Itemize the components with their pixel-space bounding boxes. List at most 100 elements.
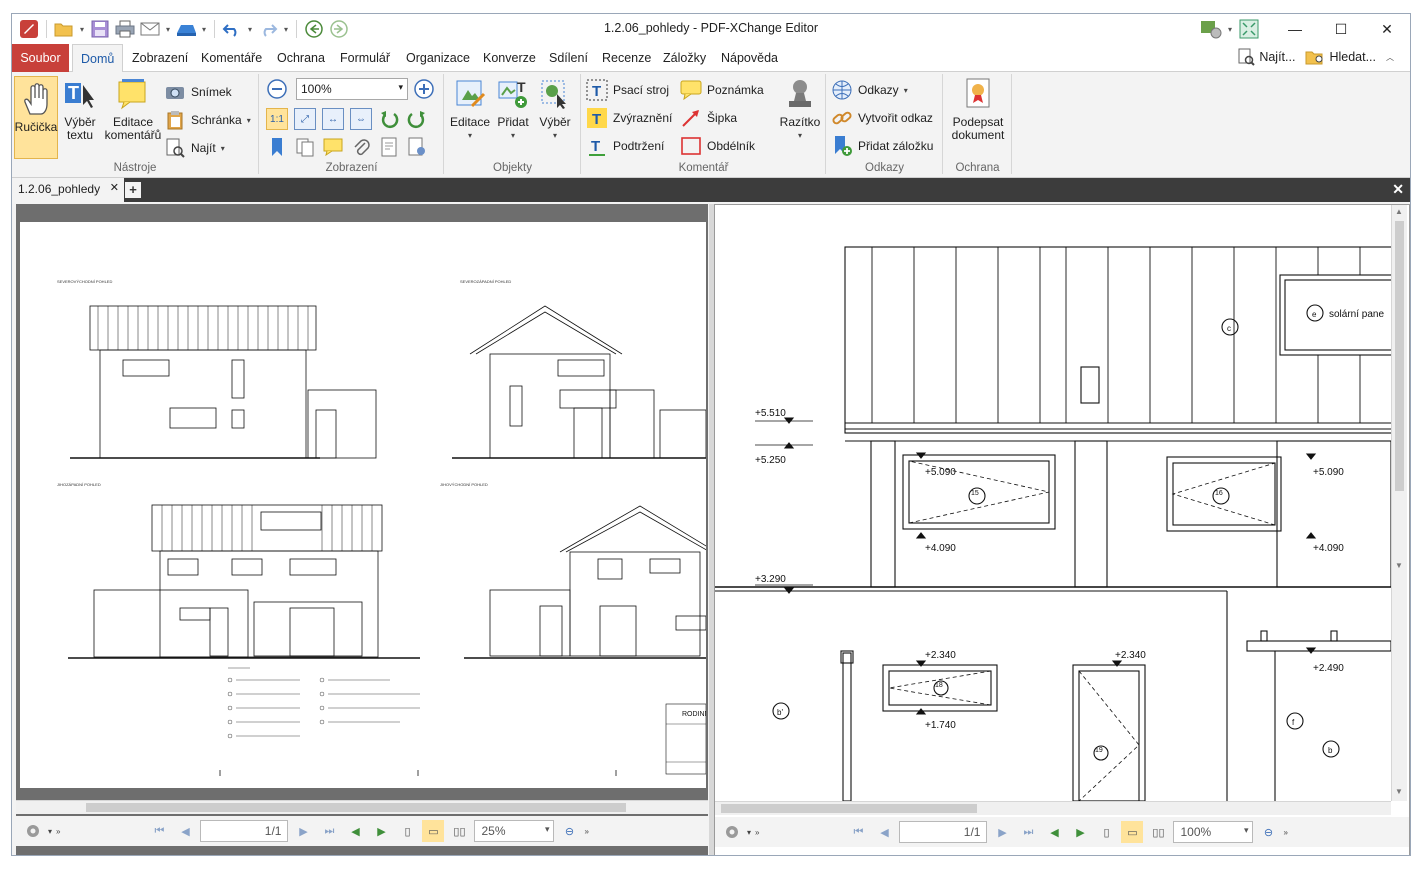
snapshot-button[interactable]: Snímek bbox=[164, 80, 232, 104]
edit-objects-button[interactable]: Editace ▾ bbox=[449, 76, 491, 142]
attachments-panel-icon[interactable] bbox=[350, 136, 372, 158]
tab-protect[interactable]: Ochrana bbox=[269, 44, 333, 72]
maximize-button[interactable]: ☐ bbox=[1318, 14, 1364, 44]
left-forward-icon[interactable]: ▶ bbox=[370, 820, 392, 842]
left-last-page-icon[interactable]: ⏭ bbox=[318, 820, 340, 842]
right-next-page-icon[interactable]: ▶ bbox=[991, 821, 1013, 843]
left-nav-settings-dropdown-icon[interactable]: ▾ bbox=[48, 827, 52, 836]
save-icon[interactable] bbox=[89, 18, 111, 40]
create-link-button[interactable]: Vytvořit odkaz bbox=[831, 106, 933, 130]
left-horizontal-scrollbar[interactable] bbox=[16, 800, 708, 814]
ribbon-collapse-icon[interactable]: ︿ bbox=[1386, 52, 1394, 63]
note-button[interactable]: Poznámka bbox=[680, 78, 764, 102]
tab-comments[interactable]: Komentáře bbox=[193, 44, 270, 72]
print-icon[interactable] bbox=[114, 18, 136, 40]
right-zoom-out-icon[interactable]: ⊖ bbox=[1257, 821, 1279, 843]
tab-home[interactable]: Domů bbox=[72, 44, 124, 73]
right-last-page-icon[interactable]: ⏭ bbox=[1017, 821, 1039, 843]
scroll-up-icon[interactable]: ▲ bbox=[1395, 207, 1403, 216]
left-continuous-icon[interactable]: ▭ bbox=[422, 820, 445, 842]
comments-panel-icon[interactable] bbox=[322, 136, 344, 158]
email-icon[interactable] bbox=[139, 18, 161, 40]
right-back-icon[interactable]: ◀ bbox=[1043, 821, 1065, 843]
right-zoom-box[interactable]: 100% ▾ bbox=[1173, 821, 1254, 843]
tab-review[interactable]: Recenze bbox=[594, 44, 659, 72]
bookmarks-panel-icon[interactable] bbox=[266, 136, 288, 158]
add-objects-button[interactable]: T Přidat ▾ bbox=[493, 76, 533, 142]
close-tab-icon[interactable]: ✕ bbox=[110, 181, 119, 194]
left-document-pane[interactable]: SEVEROVÝCHODNÍ POHLED SEVEROZÁPADNÍ POHL… bbox=[16, 204, 717, 855]
close-all-icon[interactable]: ✕ bbox=[1392, 181, 1404, 198]
page-settings-icon[interactable] bbox=[406, 136, 428, 158]
fit-visible-icon[interactable]: ⇔ bbox=[350, 108, 372, 130]
right-vscroll-thumb[interactable] bbox=[1395, 221, 1404, 491]
right-continuous-icon[interactable]: ▭ bbox=[1121, 821, 1144, 843]
new-tab-icon[interactable]: + bbox=[125, 182, 141, 198]
close-window-button[interactable]: ✕ bbox=[1364, 14, 1410, 44]
left-zoom-out-icon[interactable]: ⊖ bbox=[558, 820, 580, 842]
customize-ui-icon[interactable] bbox=[1200, 18, 1222, 40]
tab-share[interactable]: Sdílení bbox=[541, 44, 596, 72]
scan-dropdown-icon[interactable]: ▾ bbox=[200, 25, 208, 34]
tab-help[interactable]: Nápověda bbox=[713, 44, 786, 72]
right-two-page-icon[interactable]: ▯▯ bbox=[1147, 821, 1169, 843]
pages-panel-icon[interactable] bbox=[294, 136, 316, 158]
zoom-in-icon[interactable] bbox=[413, 78, 435, 100]
right-nav-settings-dropdown-icon[interactable]: ▾ bbox=[747, 828, 751, 837]
left-nav-settings-icon[interactable] bbox=[22, 820, 44, 842]
select-objects-button[interactable]: Výběr ▾ bbox=[535, 76, 575, 142]
left-nav-more-icon[interactable]: » bbox=[56, 827, 60, 836]
hand-tool-button[interactable]: Ručička bbox=[14, 76, 58, 159]
rectangle-button[interactable]: Obdélník bbox=[680, 134, 755, 158]
sign-document-button[interactable]: Podepsat dokument bbox=[948, 76, 1008, 142]
right-nav-settings-icon[interactable] bbox=[721, 821, 743, 843]
left-zoom-box[interactable]: 25% ▾ bbox=[474, 820, 555, 842]
back-view-icon[interactable] bbox=[303, 18, 325, 40]
links-button[interactable]: Odkazy ▾ bbox=[831, 78, 908, 102]
right-prev-page-icon[interactable]: ◀ bbox=[873, 821, 895, 843]
add-bookmark-button[interactable]: Přidat záložku bbox=[831, 134, 933, 158]
right-first-page-icon[interactable]: ⏮ bbox=[847, 821, 869, 843]
left-back-icon[interactable]: ◀ bbox=[344, 820, 366, 842]
right-page-number-box[interactable]: 1/1 bbox=[899, 821, 988, 843]
left-hscroll-thumb[interactable] bbox=[86, 803, 626, 812]
left-single-page-icon[interactable]: ▯ bbox=[396, 820, 418, 842]
left-two-page-icon[interactable]: ▯▯ bbox=[448, 820, 470, 842]
underline-button[interactable]: T Podtržení bbox=[586, 134, 664, 158]
left-page-number-box[interactable]: 1/1 bbox=[200, 820, 289, 842]
document-tab[interactable]: 1.2.06_pohledy ✕ bbox=[12, 178, 124, 202]
left-first-page-icon[interactable]: ⏮ bbox=[148, 820, 170, 842]
open-folder-icon[interactable] bbox=[53, 18, 75, 40]
zoom-out-icon[interactable] bbox=[266, 78, 288, 100]
document-properties-icon[interactable] bbox=[378, 136, 400, 158]
right-zoom-more-icon[interactable]: » bbox=[1283, 828, 1287, 837]
edit-comments-button[interactable]: Editace komentářů bbox=[102, 76, 164, 142]
tab-file[interactable]: Soubor bbox=[12, 44, 69, 72]
tab-convert[interactable]: Konverze bbox=[475, 44, 544, 72]
right-hscroll-thumb[interactable] bbox=[721, 804, 977, 813]
stamp-button[interactable]: Razítko ▾ bbox=[778, 76, 822, 142]
app-logo-icon[interactable] bbox=[18, 18, 40, 40]
redo-icon[interactable] bbox=[257, 18, 279, 40]
clipboard-button[interactable]: Schránka ▾ bbox=[164, 108, 251, 132]
forward-view-icon[interactable] bbox=[328, 18, 350, 40]
right-horizontal-scrollbar[interactable] bbox=[715, 801, 1391, 815]
highlight-button[interactable]: T Zvýraznění bbox=[586, 106, 672, 130]
open-dropdown-icon[interactable]: ▾ bbox=[78, 25, 86, 34]
tab-organize[interactable]: Organizace bbox=[398, 44, 478, 72]
right-document-pane[interactable]: +5.510 +5.250 +5.090 +4.090 +3.290 +2.34… bbox=[714, 204, 1410, 855]
right-single-page-icon[interactable]: ▯ bbox=[1095, 821, 1117, 843]
undo-icon[interactable] bbox=[221, 18, 243, 40]
left-prev-page-icon[interactable]: ◀ bbox=[174, 820, 196, 842]
fit-width-icon[interactable]: ↔ bbox=[322, 108, 344, 130]
right-vertical-scrollbar[interactable]: ▲ ▼ ▼ bbox=[1391, 205, 1407, 801]
left-next-page-icon[interactable]: ▶ bbox=[292, 820, 314, 842]
tab-form[interactable]: Formulář bbox=[332, 44, 398, 72]
typewriter-button[interactable]: T Psací stroj bbox=[586, 78, 669, 102]
undo-dropdown-icon[interactable]: ▾ bbox=[246, 25, 254, 34]
right-nav-more-icon[interactable]: » bbox=[755, 828, 759, 837]
left-zoom-more-icon[interactable]: » bbox=[584, 827, 588, 836]
tab-view[interactable]: Zobrazení bbox=[124, 44, 196, 72]
arrow-button[interactable]: Šipka bbox=[680, 106, 737, 130]
find-button[interactable]: Najít... bbox=[1237, 48, 1295, 66]
